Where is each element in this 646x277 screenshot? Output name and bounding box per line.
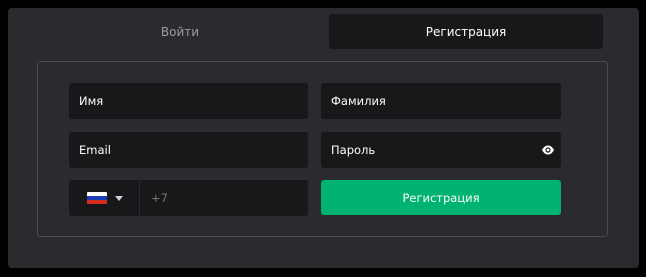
country-selector[interactable] [69, 180, 129, 216]
register-button[interactable]: Регистрация [321, 180, 561, 215]
first-name-field[interactable] [69, 83, 308, 119]
email-field[interactable] [69, 132, 308, 168]
last-name-input[interactable] [331, 94, 561, 108]
last-name-field[interactable] [321, 83, 561, 119]
phone-field[interactable] [69, 180, 308, 216]
phone-divider [139, 180, 140, 216]
chevron-down-icon [115, 195, 123, 201]
first-name-input[interactable] [79, 94, 308, 108]
tab-login[interactable]: Войти [20, 14, 340, 49]
eye-icon[interactable] [541, 144, 555, 156]
flag-russia-icon [87, 191, 107, 205]
password-input[interactable] [331, 143, 531, 157]
tab-register[interactable]: Регистрация [329, 14, 603, 49]
email-input[interactable] [79, 143, 308, 157]
password-field[interactable] [321, 132, 561, 168]
phone-input[interactable] [151, 191, 291, 205]
